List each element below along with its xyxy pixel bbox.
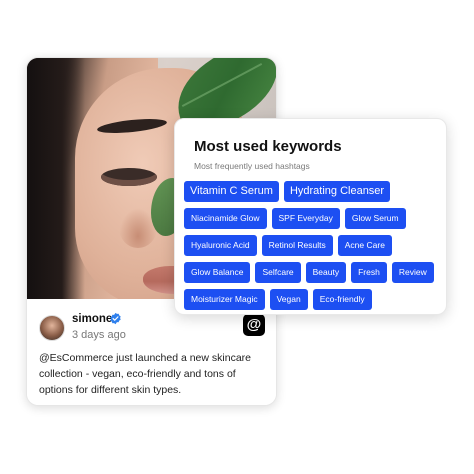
keywords-card: Most used keywords Most frequently used … [174,118,447,315]
keywords-title: Most used keywords [194,138,342,155]
keyword-tag[interactable]: Vegan [269,289,308,310]
post-timestamp: 3 days ago [72,329,126,341]
keywords-subtitle: Most frequently used hashtags [194,161,310,171]
post-footer: simone 3 days ago @ @EsCommerce just lau… [27,299,276,405]
post-username[interactable]: simone [72,313,112,325]
keyword-tag[interactable]: SPF Everyday [271,208,340,229]
keyword-tag[interactable]: Beauty [305,262,347,283]
keyword-tag[interactable]: Eco-friendly [312,289,372,310]
verified-badge-icon [110,312,121,325]
keyword-tag[interactable]: Hyaluronic Acid [184,235,257,256]
keyword-tag[interactable]: Acne Care [337,235,392,256]
keyword-tag[interactable]: Glow Serum [344,208,406,229]
keyword-tags: Vitamin C Serum Hydrating Cleanser Niaci… [184,181,446,310]
keyword-tag[interactable]: Review [391,262,434,283]
keyword-tag[interactable]: Vitamin C Serum [184,181,279,202]
threads-icon[interactable]: @ [243,314,265,336]
avatar[interactable] [39,315,65,341]
keyword-tag[interactable]: Fresh [351,262,387,283]
keyword-tag[interactable]: Retinol Results [261,235,333,256]
keyword-tag[interactable]: Moisturizer Magic [184,289,265,310]
keyword-tag[interactable]: Niacinamide Glow [184,208,267,229]
keyword-tag[interactable]: Hydrating Cleanser [283,181,391,202]
post-text: @EsCommerce just launched a new skincare… [39,352,251,396]
keyword-tag[interactable]: Selfcare [255,262,301,283]
keyword-tag[interactable]: Glow Balance [184,262,251,283]
